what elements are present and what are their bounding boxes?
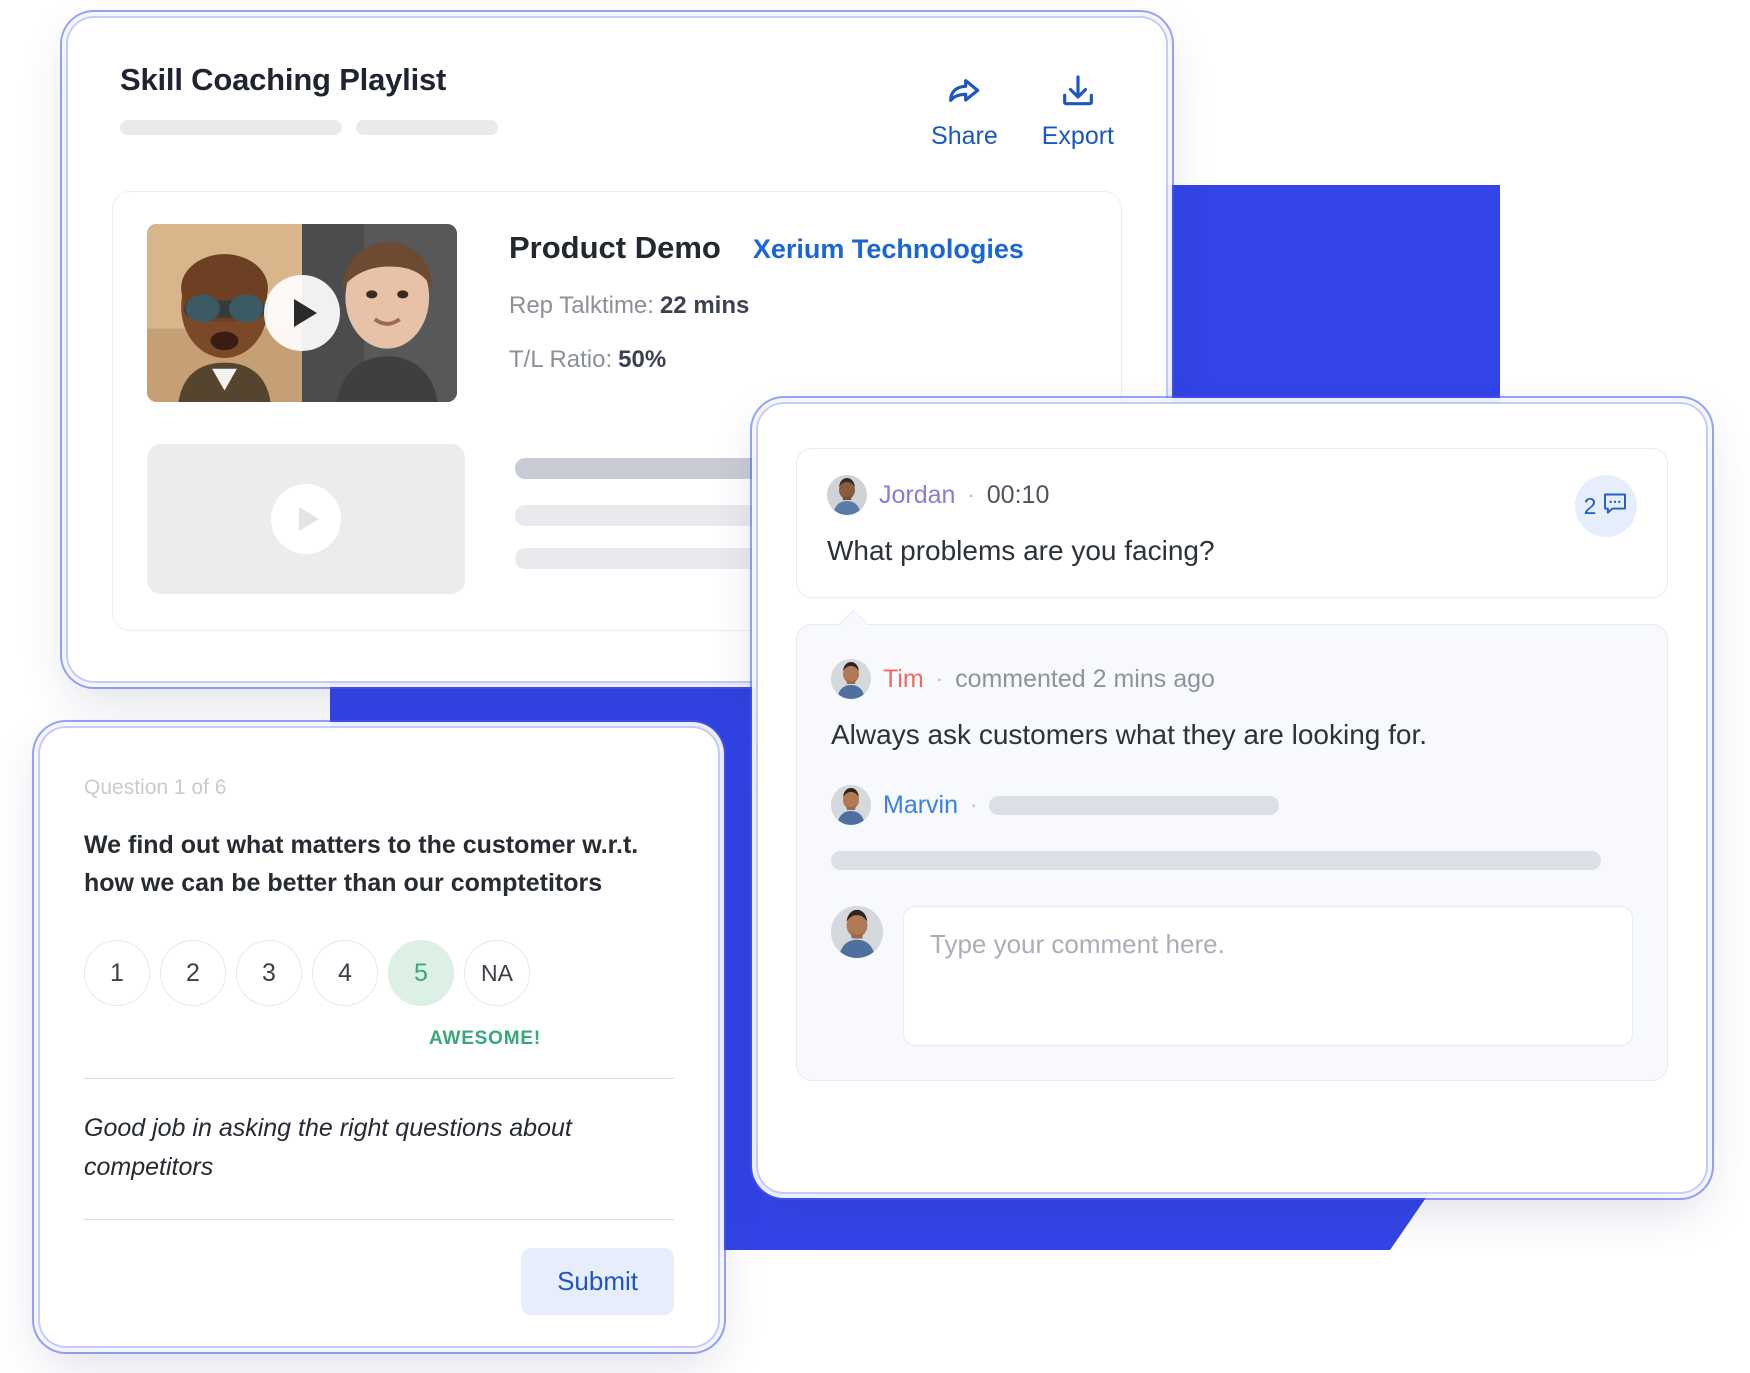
- demo-row: Product Demo Xerium Technologies Rep Tal…: [147, 224, 1087, 402]
- question-counter: Question 1 of 6: [84, 776, 227, 799]
- comment-prompt: Jordan · 00:10 What problems are you fac…: [796, 448, 1668, 598]
- demo-title: Product Demo: [509, 230, 721, 265]
- screenshot-root: Skill Coaching Playlist Share Export Pro…: [0, 0, 1750, 1373]
- title-placeholder-bars: [120, 120, 931, 135]
- thread-item-tim: Tim · commented 2 mins ago Always ask cu…: [831, 659, 1633, 751]
- rating-option-5[interactable]: 5: [388, 940, 454, 1006]
- comment-author[interactable]: Jordan: [879, 481, 955, 510]
- download-icon: [1057, 72, 1099, 112]
- placeholder-bar: [989, 795, 1280, 815]
- question-card: Question 1 of 6 We find out what matters…: [44, 732, 714, 1342]
- demo-organization-link[interactable]: Xerium Technologies: [753, 234, 1024, 265]
- placeholder-bar: [120, 120, 342, 135]
- comment-prompt-text: What problems are you facing?: [827, 535, 1215, 566]
- rating-option-na[interactable]: NA: [464, 940, 530, 1006]
- share-icon: [943, 72, 985, 112]
- video-thumbnail[interactable]: [147, 224, 457, 402]
- rating-option-4[interactable]: 4: [312, 940, 378, 1006]
- thread-item-marvin: Marvin ·: [831, 785, 1633, 870]
- rating-option-2[interactable]: 2: [160, 940, 226, 1006]
- submit-button[interactable]: Submit: [521, 1247, 674, 1315]
- video-thumbnail-placeholder[interactable]: [147, 444, 465, 594]
- comments-card: Jordan · 00:10 What problems are you fac…: [762, 408, 1702, 1188]
- share-label: Share: [931, 122, 998, 150]
- stat-value: 50%: [618, 346, 667, 373]
- separator: ·: [967, 482, 975, 507]
- divider: [84, 1078, 674, 1079]
- stat-label: T/L Ratio:: [509, 346, 613, 373]
- header-actions: Share Export: [931, 62, 1114, 151]
- comment-input[interactable]: Type your comment here.: [903, 906, 1633, 1046]
- divider: [84, 1218, 674, 1220]
- playlist-header: Skill Coaching Playlist Share Export: [72, 22, 1162, 151]
- comment-count: 2: [1583, 492, 1597, 519]
- avatar: [831, 785, 871, 825]
- comment-timestamp: 00:10: [986, 480, 1050, 509]
- reply-composer: Type your comment here.: [831, 906, 1633, 1046]
- rating-scale: 1 2 3 4 5 NA: [84, 940, 674, 1006]
- stat-label: Rep Talktime:: [509, 292, 654, 319]
- comment-body: Always ask customers what they are looki…: [831, 719, 1428, 750]
- stat-tl-ratio: T/L Ratio: 50%: [509, 346, 1024, 374]
- avatar: [831, 906, 883, 958]
- comment-icon: [1602, 492, 1628, 521]
- comment-count-badge[interactable]: 2: [1575, 475, 1637, 537]
- export-button[interactable]: Export: [1042, 72, 1114, 151]
- stat-rep-talktime: Rep Talktime: 22 mins: [509, 292, 1024, 320]
- question-text: We find out what matters to the customer…: [84, 831, 639, 897]
- separator: ·: [935, 666, 944, 691]
- play-icon: [271, 484, 341, 554]
- export-label: Export: [1041, 122, 1114, 150]
- avatar: [827, 475, 867, 515]
- demo-meta: Product Demo Xerium Technologies Rep Tal…: [509, 224, 1024, 402]
- comment-meta: commented 2 mins ago: [955, 664, 1215, 693]
- stat-value: 22 mins: [659, 292, 750, 319]
- rating-option-3[interactable]: 3: [236, 940, 302, 1006]
- comment-thread: Tim · commented 2 mins ago Always ask cu…: [796, 624, 1668, 1081]
- separator: ·: [970, 792, 978, 817]
- placeholder-bar: [356, 120, 498, 135]
- feedback-text[interactable]: Good job in asking the right questions a…: [84, 1109, 674, 1187]
- rating-option-1[interactable]: 1: [84, 940, 150, 1006]
- comment-author[interactable]: Marvin: [883, 791, 958, 820]
- avatar: [831, 659, 871, 699]
- play-icon: [264, 275, 340, 351]
- share-button[interactable]: Share: [931, 72, 998, 151]
- rating-caption: AWESOME!: [429, 1028, 541, 1049]
- comment-author[interactable]: Tim: [883, 665, 924, 694]
- placeholder-bar: [831, 851, 1601, 870]
- page-title: Skill Coaching Playlist: [120, 62, 447, 97]
